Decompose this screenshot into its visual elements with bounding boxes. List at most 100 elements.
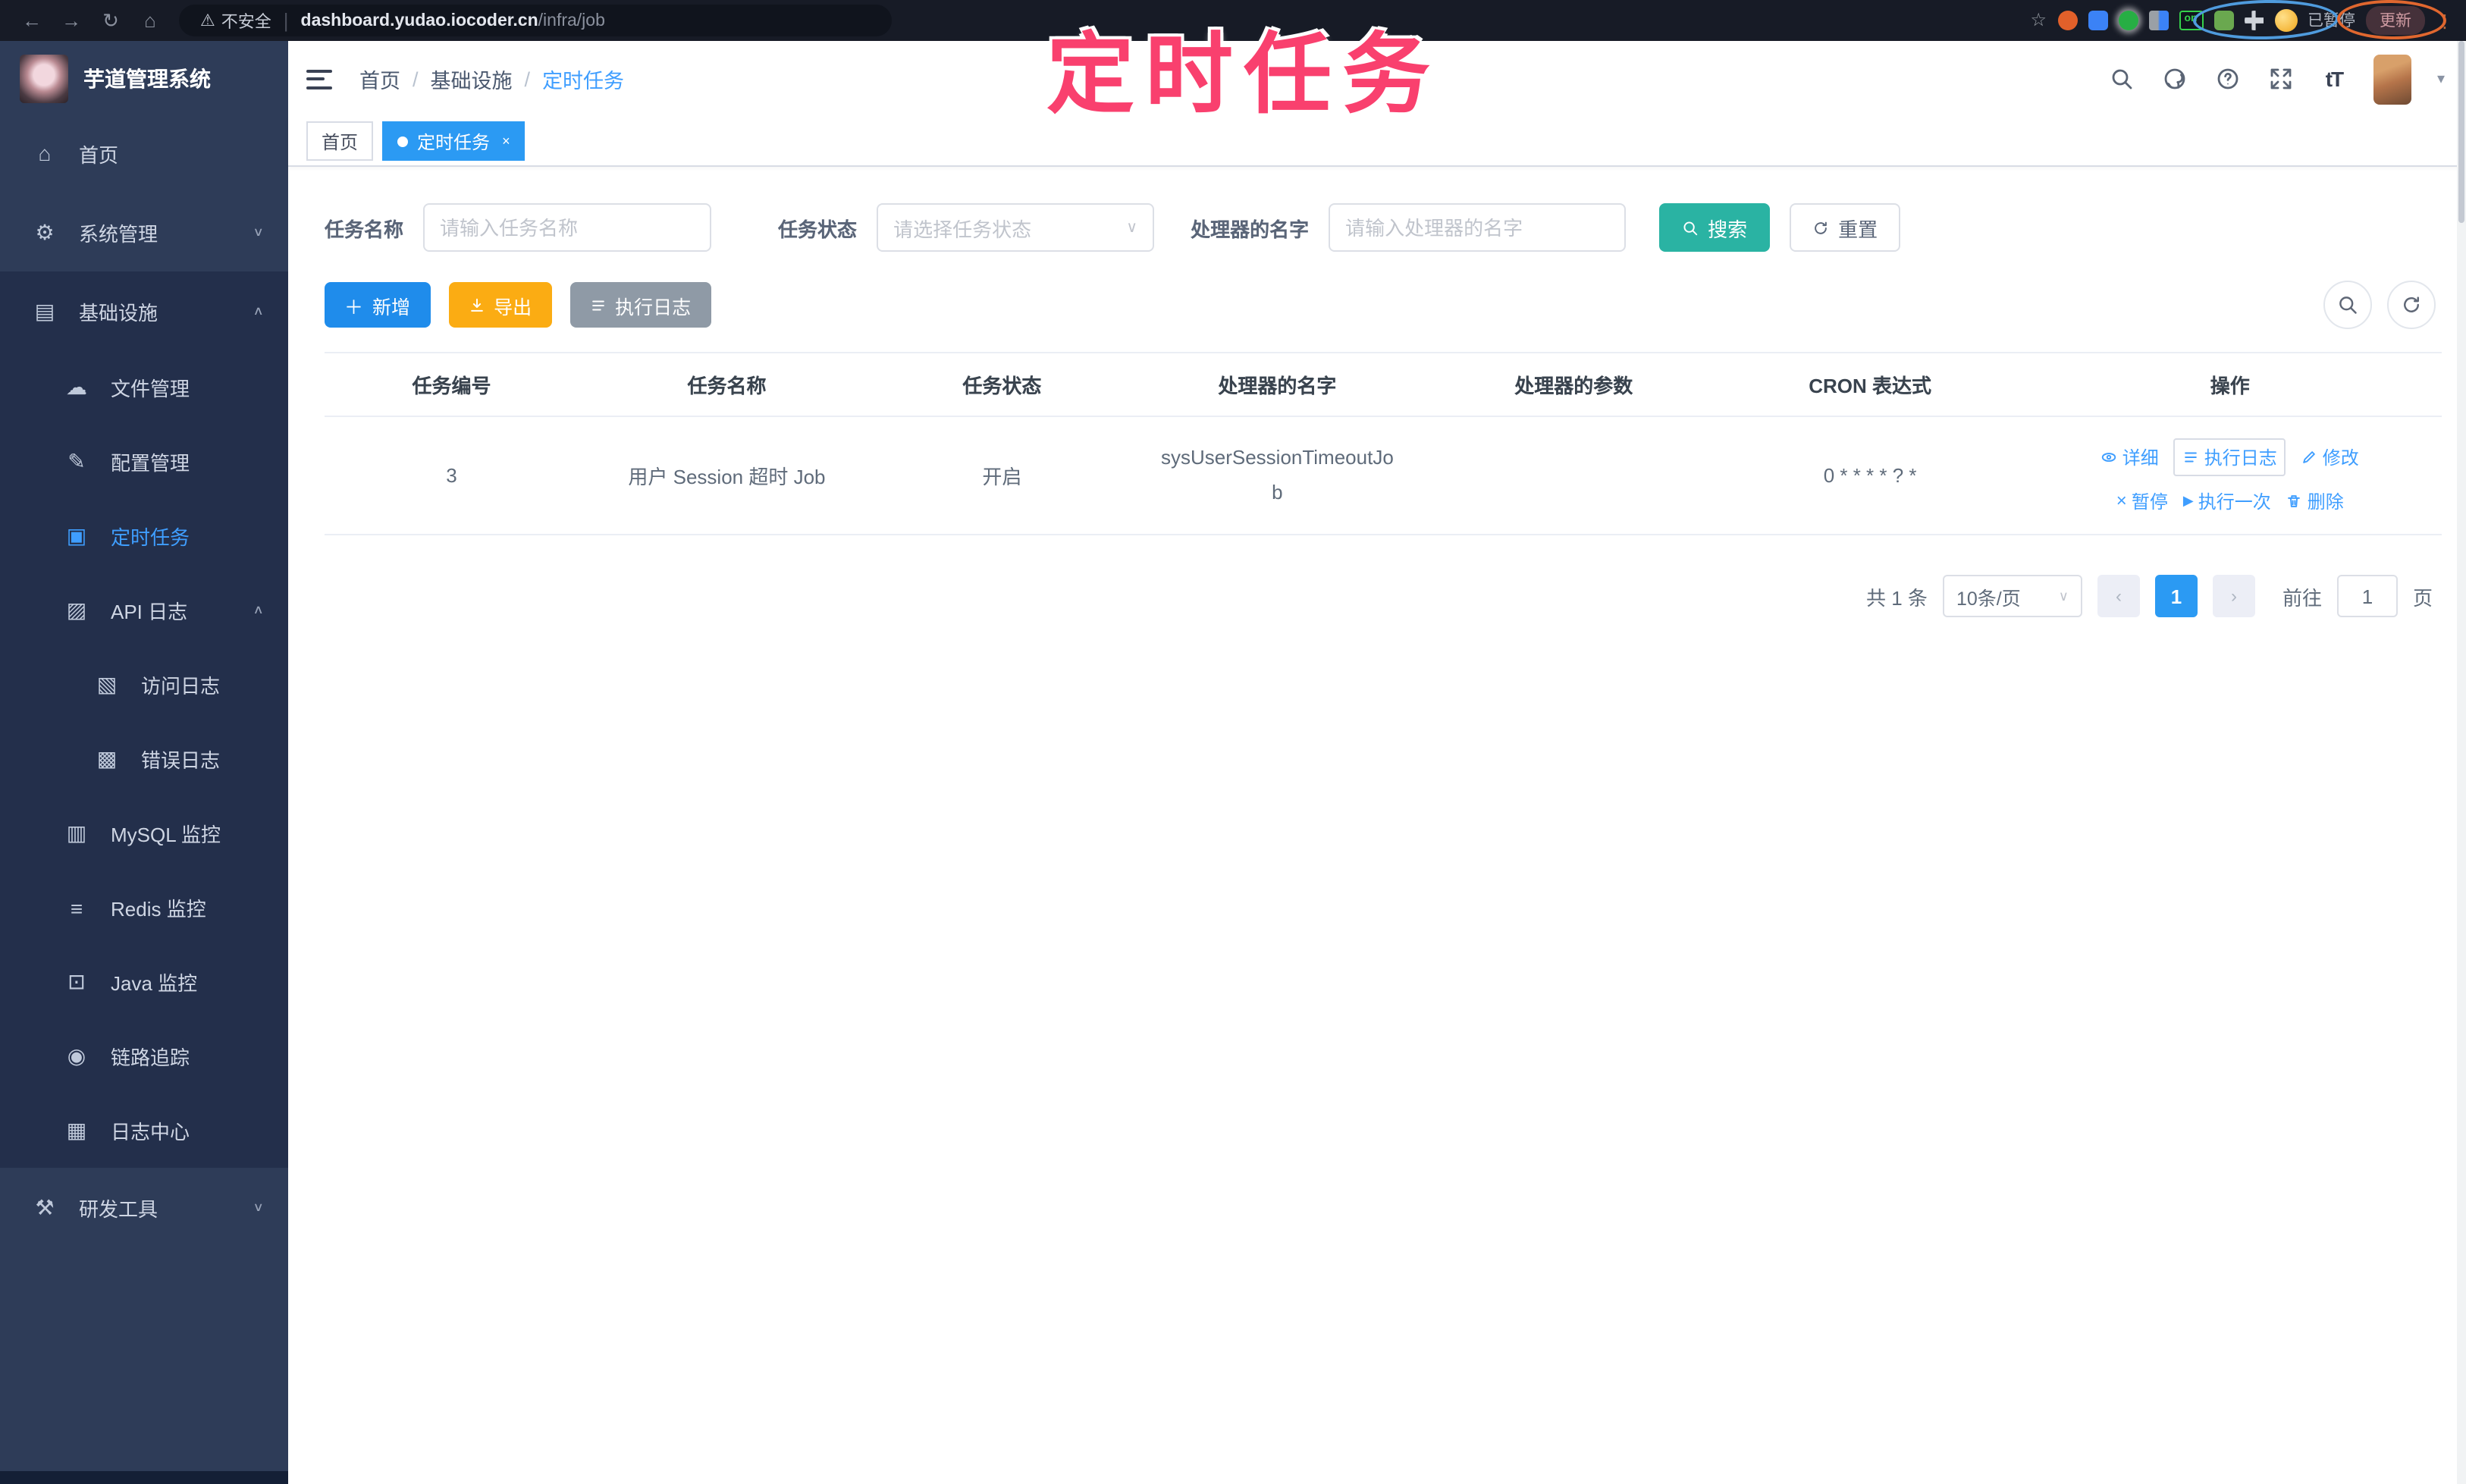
- extension-icon[interactable]: [2088, 11, 2107, 30]
- search-icon[interactable]: [2108, 65, 2135, 93]
- tag-view-bar: 首页 定时任务 ×: [288, 117, 2466, 167]
- puzzle-extensions-icon[interactable]: [2244, 11, 2264, 30]
- add-button[interactable]: ＋ 新增: [325, 282, 431, 328]
- handler-name-label: 处理器的名字: [1191, 218, 1310, 240]
- extension-icon[interactable]: [2148, 11, 2168, 30]
- update-button[interactable]: 更新: [2366, 6, 2425, 35]
- bookmark-star-icon[interactable]: ☆: [2030, 10, 2047, 30]
- close-icon[interactable]: ×: [502, 133, 510, 149]
- forward-icon[interactable]: →: [52, 9, 91, 32]
- chevron-up-icon: ∧: [253, 604, 264, 617]
- collapse-sidebar-icon[interactable]: [306, 69, 332, 89]
- goto-page-input[interactable]: [2336, 575, 2398, 617]
- run-once-link[interactable]: ▶ 执行一次: [2183, 488, 2271, 513]
- breadcrumb-section[interactable]: 基础设施: [431, 64, 513, 94]
- app-brand[interactable]: 芋道管理系统: [0, 41, 288, 114]
- delete-link[interactable]: 删除: [2286, 488, 2344, 513]
- search-button[interactable]: 搜索: [1659, 203, 1771, 252]
- exec-log-link[interactable]: 执行日志: [2173, 438, 2286, 475]
- browser-menu-icon[interactable]: ⋮: [2436, 11, 2454, 30]
- font-size-icon[interactable]: tT: [2320, 65, 2348, 93]
- cell-actions: 详细 执行日志 修改 × 暂停 ▶ 执行一次 删除: [2018, 416, 2442, 535]
- sidebar-item-log-center[interactable]: ▦ 日志中心: [0, 1093, 288, 1168]
- sidebar-item-dev-tools[interactable]: ⚒ 研发工具 ∨: [0, 1168, 288, 1247]
- table-row: 3 用户 Session 超时 Job 开启 sysUserSessionTim…: [325, 416, 2442, 535]
- avatar[interactable]: [2373, 54, 2411, 104]
- page-unit-label: 页: [2412, 586, 2433, 609]
- scrollbar[interactable]: [2457, 41, 2466, 1484]
- col-actions: 操作: [2018, 352, 2442, 417]
- sidebar-menu: ⌂ 首页 ⚙ 系统管理 ∨ ▤ 基础设施 ∧ ☁ 文件管理 ✎ 配置管理 ▣ 定…: [0, 114, 288, 1484]
- trash-icon: [2288, 494, 2301, 507]
- active-dot-icon: [397, 136, 409, 146]
- edit-icon: ✎: [67, 449, 86, 473]
- sidebar-item-mysql-monitor[interactable]: ▥ MySQL 监控: [0, 796, 288, 871]
- back-icon[interactable]: ←: [12, 9, 52, 32]
- browser-profile-avatar[interactable]: [2274, 9, 2297, 32]
- exec-log-button[interactable]: 执行日志: [569, 282, 711, 328]
- infrastructure-icon: ▤: [34, 298, 55, 322]
- col-job-name: 任务名称: [579, 352, 875, 417]
- sidebar-item-trace[interactable]: ◉ 链路追踪: [0, 1019, 288, 1093]
- reload-icon[interactable]: ↻: [91, 8, 130, 33]
- cell-handler-param: [1425, 416, 1722, 535]
- toggle-search-button[interactable]: [2323, 281, 2372, 329]
- pause-link[interactable]: × 暂停: [2116, 488, 2168, 513]
- refresh-button[interactable]: [2387, 281, 2436, 329]
- page-size-select[interactable]: 10条/页 ∨: [1942, 575, 2082, 617]
- reset-button[interactable]: 重置: [1790, 203, 1901, 252]
- breadcrumb-home[interactable]: 首页: [359, 64, 400, 94]
- extension-on-badge[interactable]: on: [2179, 11, 2203, 30]
- job-status-select[interactable]: 请选择任务状态 ∨: [877, 203, 1155, 252]
- sidebar-item-home[interactable]: ⌂ 首页: [0, 114, 288, 193]
- sidebar-item-infrastructure[interactable]: ▤ 基础设施 ∧: [0, 271, 288, 350]
- home-icon[interactable]: ⌂: [130, 9, 170, 32]
- handler-name-input[interactable]: [1345, 216, 1610, 239]
- job-name-input-wrap: [423, 203, 712, 252]
- sidebar-item-access-log[interactable]: ▧ 访问日志: [0, 648, 288, 722]
- col-handler-name: 处理器的名字: [1128, 352, 1426, 417]
- extension-icon[interactable]: [2118, 11, 2138, 30]
- warning-icon: ⚠: [200, 12, 215, 30]
- fullscreen-icon[interactable]: [2267, 65, 2295, 93]
- gear-icon: ⚙: [35, 219, 55, 243]
- sidebar-item-api-log[interactable]: ▨ API 日志 ∧: [0, 573, 288, 648]
- pencil-icon: [2303, 450, 2316, 463]
- extension-icon[interactable]: [2213, 11, 2233, 30]
- table-toolbar: ＋ 新增 导出 执行日志: [325, 281, 2442, 329]
- sidebar-item-error-log[interactable]: ▩ 错误日志: [0, 722, 288, 796]
- tab-scheduled-tasks[interactable]: 定时任务 ×: [382, 121, 526, 161]
- caret-down-icon[interactable]: ▾: [2437, 71, 2445, 87]
- sidebar-item-file-management[interactable]: ☁ 文件管理: [0, 350, 288, 425]
- help-icon[interactable]: [2214, 65, 2242, 93]
- sidebar-item-redis-monitor[interactable]: ≡ Redis 监控: [0, 871, 288, 945]
- sidebar-item-scheduled-tasks[interactable]: ▣ 定时任务: [0, 499, 288, 573]
- table-header-row: 任务编号 任务名称 任务状态 处理器的名字 处理器的参数 CRON 表达式 操作: [325, 352, 2442, 417]
- scrollbar-thumb[interactable]: [2458, 41, 2464, 223]
- job-name-input[interactable]: [440, 216, 695, 239]
- cell-job-id: 3: [325, 416, 579, 535]
- prev-page-button[interactable]: ‹: [2097, 575, 2140, 617]
- detail-link[interactable]: 详细: [2101, 444, 2159, 469]
- tab-home[interactable]: 首页: [306, 121, 374, 161]
- divider: |: [283, 9, 289, 32]
- sidebar: 芋道管理系统 ⌂ 首页 ⚙ 系统管理 ∨ ▤ 基础设施 ∧ ☁ 文件管理 ✎ 配…: [0, 41, 288, 1484]
- sidebar-expanded-section: ▤ 基础设施 ∧ ☁ 文件管理 ✎ 配置管理 ▣ 定时任务 ▨ API 日志 ∧…: [0, 271, 288, 1168]
- current-page-button[interactable]: 1: [2154, 575, 2198, 617]
- github-icon[interactable]: [2161, 65, 2188, 93]
- export-button[interactable]: 导出: [448, 282, 552, 328]
- address-bar[interactable]: ⚠ 不安全 | dashboard.yudao.iocoder.cn /infr…: [179, 5, 892, 36]
- sidebar-item-java-monitor[interactable]: ⊡ Java 监控: [0, 945, 288, 1019]
- next-page-button[interactable]: ›: [2212, 575, 2255, 617]
- chevron-up-icon: ∧: [253, 304, 264, 318]
- eye-icon: ◉: [67, 1043, 86, 1068]
- sidebar-item-system[interactable]: ⚙ 系统管理 ∨: [0, 193, 288, 271]
- sidebar-item-config-management[interactable]: ✎ 配置管理: [0, 425, 288, 499]
- security-warning[interactable]: ⚠ 不安全: [200, 8, 271, 33]
- page-content: 任务名称 任务状态 请选择任务状态 ∨ 处理器的名字 搜: [288, 167, 2466, 1484]
- edit-link[interactable]: 修改: [2301, 444, 2359, 469]
- job-name-label: 任务名称: [325, 218, 404, 240]
- refresh-icon: [2404, 296, 2419, 312]
- list-icon: [2185, 451, 2198, 462]
- extension-icon[interactable]: [2057, 11, 2077, 30]
